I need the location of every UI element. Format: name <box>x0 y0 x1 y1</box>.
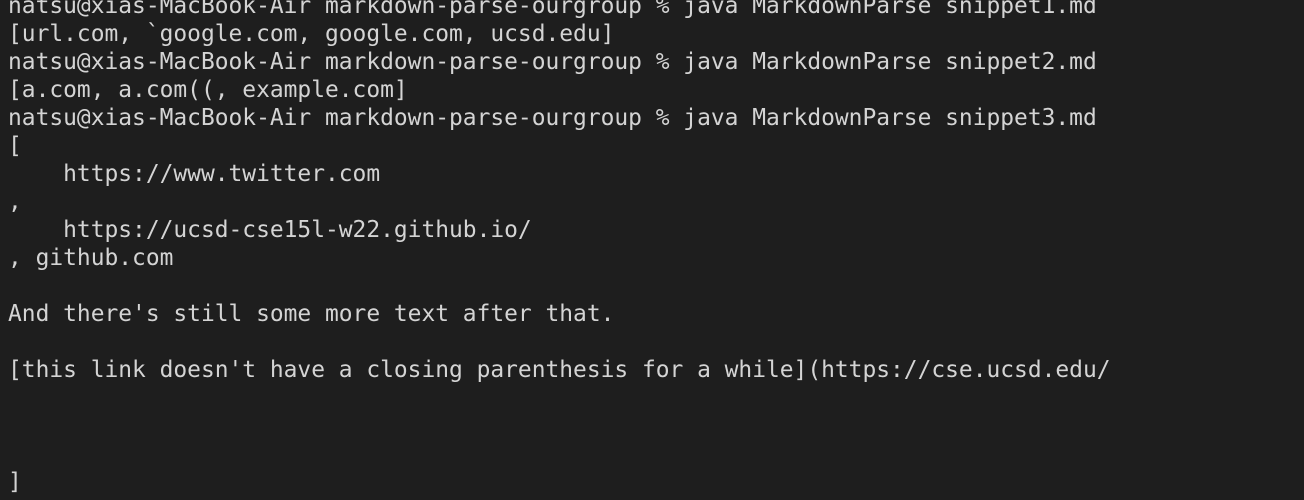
output-line: , <box>8 189 22 215</box>
output-line: [ <box>8 133 22 159</box>
prompt-line: natsu@xias-MacBook-Air markdown-parse-ou… <box>8 105 1097 131</box>
terminal-output[interactable]: natsu@xias-MacBook-Air markdown-parse-ou… <box>8 0 1298 496</box>
output-line: [this link doesn't have a closing parent… <box>8 357 1111 383</box>
output-line: ] <box>8 469 22 495</box>
output-line: https://ucsd-cse15l-w22.github.io/ <box>8 217 532 243</box>
output-line: And there's still some more text after t… <box>8 301 615 327</box>
prompt-line: natsu@xias-MacBook-Air markdown-parse-ou… <box>8 0 1097 19</box>
output-line: [url.com, `google.com, google.com, ucsd.… <box>8 21 615 47</box>
output-line: , github.com <box>8 245 174 271</box>
output-line: https://www.twitter.com <box>8 161 381 187</box>
output-line: [a.com, a.com((, example.com] <box>8 77 408 103</box>
prompt-line: natsu@xias-MacBook-Air markdown-parse-ou… <box>8 49 1097 75</box>
